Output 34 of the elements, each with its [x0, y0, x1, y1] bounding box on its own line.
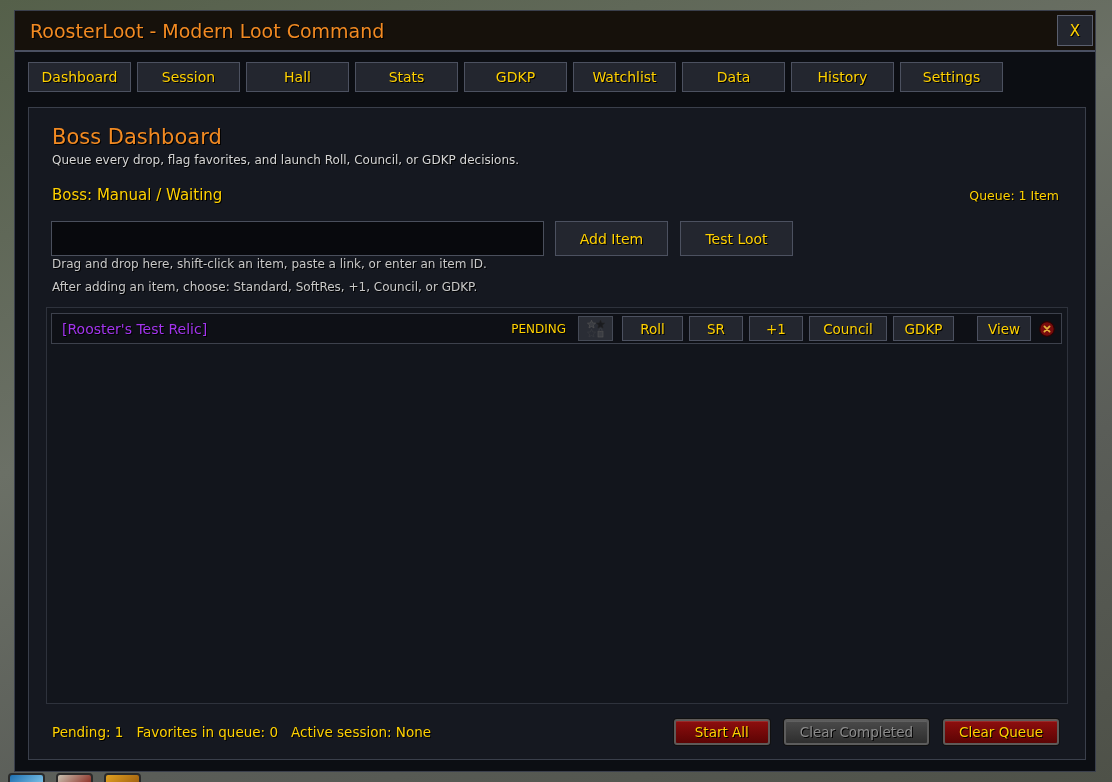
footer-stat: Pending: 1 [52, 723, 124, 740]
hint-text: After adding an item, choose: Standard, SoftRes, +1, Council, or GDKP. [52, 280, 478, 295]
status-label: PENDING [511, 321, 566, 336]
tab[interactable]: Data [682, 62, 785, 92]
item-input-field[interactable] [51, 221, 544, 256]
footer-button[interactable]: Clear Queue [943, 718, 1059, 745]
panel-subtitle: Queue every drop, flag favorites, and launch Roll, Council, or GDKP decisions. [52, 152, 520, 168]
window-title: RoosterLoot - Modern Loot Command [30, 19, 385, 42]
row-action-button[interactable]: SR [689, 316, 743, 341]
tab[interactable]: Session [137, 62, 240, 92]
panel-heading: Boss Dashboard [52, 124, 222, 150]
row-action-button[interactable]: Council [809, 316, 887, 341]
action-button[interactable]: Test Loot [680, 221, 793, 256]
queue-count: Queue: 1 Item [969, 187, 1059, 205]
boss-status: Boss: Manual / Waiting [52, 185, 223, 205]
tab[interactable]: Settings [900, 62, 1003, 92]
view-button[interactable]: View [977, 316, 1031, 341]
action-button[interactable]: Add Item [555, 221, 668, 256]
row-action-button[interactable]: Roll [622, 316, 683, 341]
close-button[interactable]: X [1057, 15, 1093, 46]
item-link[interactable]: [Rooster's Test Relic] [62, 320, 208, 337]
tab[interactable]: Watchlist [573, 62, 676, 92]
row-action-button[interactable]: +1 [749, 316, 803, 341]
hint-text: Drag and drop here, shift-click an item, paste a link, or enter an item ID. [52, 257, 487, 272]
tab[interactable]: Dashboard [28, 62, 131, 92]
footer-stat: Favorites in queue: 0 [136, 723, 278, 740]
tab[interactable]: GDKP [464, 62, 567, 92]
footer-stat: Active session: None [291, 723, 432, 740]
footer-button[interactable]: Start All [673, 718, 770, 745]
row-action-button[interactable]: GDKP [893, 316, 954, 341]
tab[interactable]: History [791, 62, 894, 92]
tab[interactable]: Stats [355, 62, 458, 92]
tab[interactable]: Hall [246, 62, 349, 92]
remove-icon[interactable] [1039, 320, 1055, 337]
